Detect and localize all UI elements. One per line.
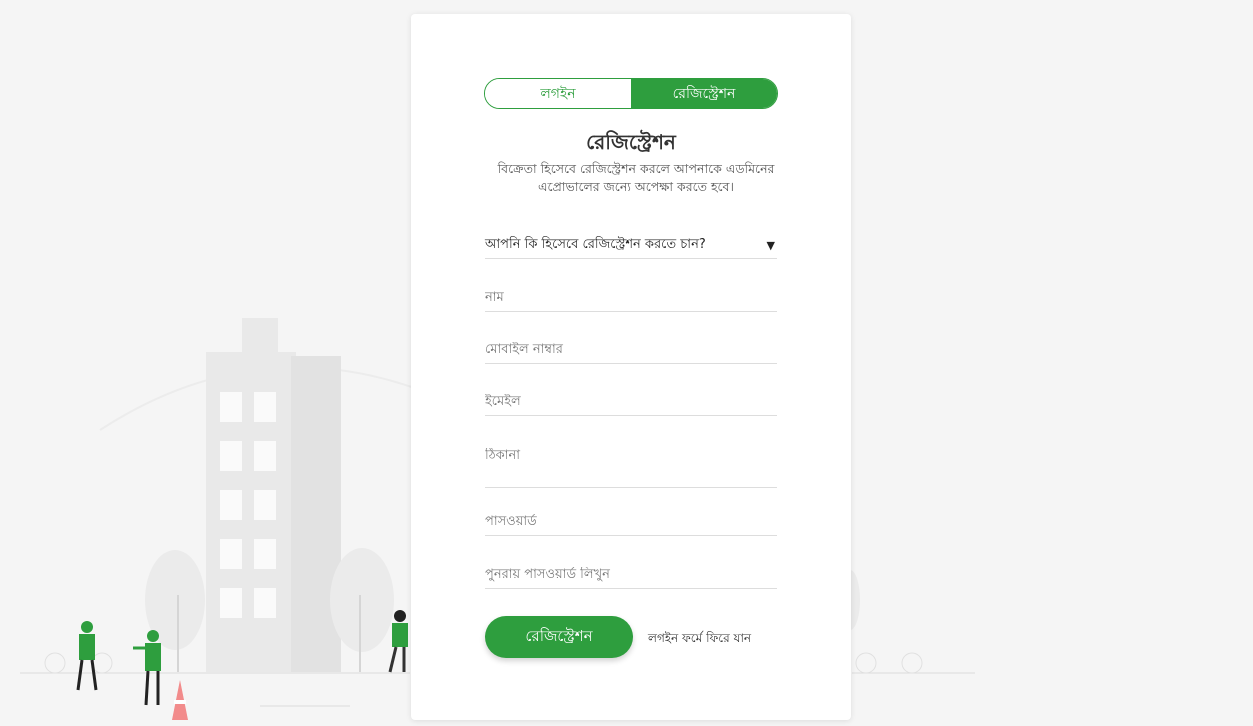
form-title: রেজিস্ট্রেশন xyxy=(586,130,676,154)
email-input[interactable] xyxy=(485,394,777,416)
back-to-login-link[interactable]: লগইন ফর্মে ফিরে যান xyxy=(648,630,751,650)
chevron-down-icon: ▼ xyxy=(766,238,775,252)
address-input[interactable] xyxy=(485,448,777,488)
mobile-input[interactable] xyxy=(485,342,777,364)
form-toggle: লগইন রেজিস্ট্রেশন xyxy=(484,78,778,109)
confirm-password-input[interactable] xyxy=(485,567,777,589)
tab-login[interactable]: লগইন xyxy=(485,79,631,108)
tab-register[interactable]: রেজিস্ট্রেশন xyxy=(631,79,777,108)
register-button[interactable]: রেজিস্ট্রেশন xyxy=(485,616,633,658)
name-input[interactable] xyxy=(485,290,777,312)
registration-card: লগইন রেজিস্ট্রেশন রেজিস্ট্রেশন বিক্রেতা … xyxy=(411,14,851,720)
form-subtitle: বিক্রেতা হিসেবে রেজিস্ট্রেশন করলে আপনাকে… xyxy=(497,161,775,194)
role-select-label: আপনি কি হিসেবে রেজিস্ট্রেশন করতে চান? xyxy=(485,236,706,252)
role-select[interactable]: আপনি কি হিসেবে রেজিস্ট্রেশন করতে চান? ▼ xyxy=(485,232,777,259)
password-input[interactable] xyxy=(485,514,777,536)
